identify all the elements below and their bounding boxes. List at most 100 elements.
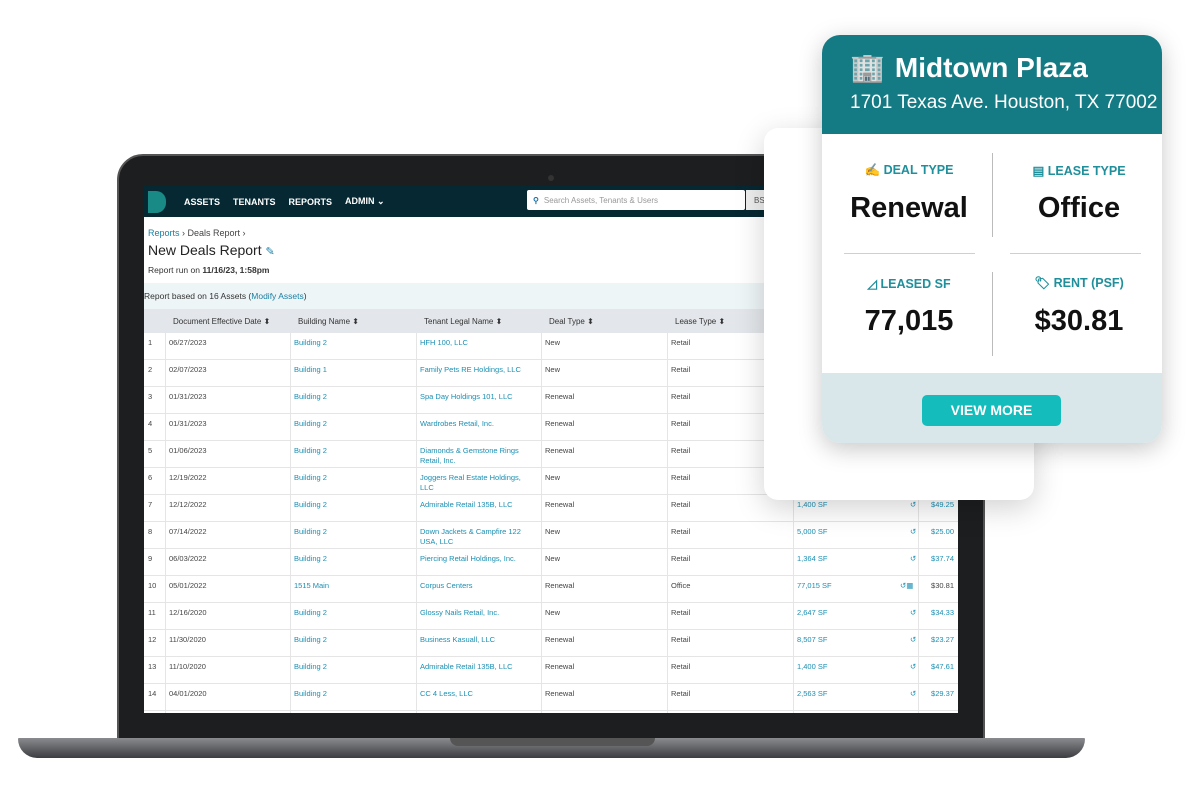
card-footer: VIEW MORE xyxy=(822,373,1162,443)
rent[interactable]: $25.00 xyxy=(924,527,954,537)
tenant-name[interactable]: Piercing Retail Holdings, Inc. xyxy=(416,554,536,564)
page-title: New Deals Report ✎ xyxy=(148,242,275,258)
based-prefix: Report based on 16 Assets ( xyxy=(144,291,252,301)
lease-type: Retail xyxy=(671,527,691,536)
building-name[interactable]: Building 1 xyxy=(290,365,410,375)
tenant-name[interactable]: Joggers Real Estate Holdings, LLC xyxy=(416,473,536,493)
lease-type: Retail xyxy=(671,635,691,644)
leased-sf[interactable]: 5,000 SF xyxy=(793,527,913,537)
leased-sf[interactable]: 1,364 SF xyxy=(793,554,913,564)
modify-assets-link[interactable]: Modify Assets xyxy=(251,291,303,301)
rent[interactable]: $47.61 xyxy=(924,662,954,672)
leased-sf[interactable]: 2,563 SF xyxy=(793,689,913,699)
tenant-name[interactable]: Business Kasuall, LLC xyxy=(416,635,536,645)
history-calculator-icon[interactable]: ↺▦ xyxy=(896,581,913,591)
column-header[interactable]: Lease Type ⬍ xyxy=(671,317,725,327)
tenant-name[interactable]: CC 4 Less, LLC xyxy=(416,689,536,699)
building-name[interactable]: Building 2 xyxy=(290,446,410,456)
lease-type: Retail xyxy=(671,608,691,617)
deal-type-label: DEAL TYPE xyxy=(883,163,954,177)
column-header[interactable]: Building Name ⬍ xyxy=(294,317,359,327)
nav-reports[interactable]: REPORTS xyxy=(289,197,333,207)
rent[interactable]: $29.37 xyxy=(924,689,954,699)
table-row[interactable]: 13 11/10/2020 Building 2 Admirable Retail 1… xyxy=(144,657,958,684)
table-row[interactable]: 8 07/14/2022 Building 2 Down Jackets & Camp… xyxy=(144,522,958,549)
building-name[interactable]: Building 2 xyxy=(290,419,410,429)
view-more-button[interactable]: VIEW MORE xyxy=(922,395,1061,426)
table-row[interactable]: 9 06/03/2022 Building 2 Piercing Retail Hol… xyxy=(144,549,958,576)
history-icon[interactable]: ↺ xyxy=(906,662,916,672)
tenant-name[interactable]: HFH 100, LLC xyxy=(416,338,536,348)
tenant-name[interactable]: Admirable Retail 135B, LLC xyxy=(416,662,536,672)
building-name[interactable]: Building 2 xyxy=(290,338,410,348)
building-name[interactable]: Building 2 xyxy=(290,554,410,564)
column-divider xyxy=(541,333,542,713)
rent-label: RENT (PSF) xyxy=(1053,276,1124,290)
search-input[interactable]: ⚲ Search Assets, Tenants & Users xyxy=(527,190,745,210)
tenant-name[interactable]: Corpus Centers xyxy=(416,581,536,591)
table-row[interactable]: 10 05/01/2022 1515 Main Corpus Centers Renew… xyxy=(144,576,958,603)
run-time: 11/16/23, 1:58pm xyxy=(202,265,270,275)
nav-admin[interactable]: ADMIN ⌄ xyxy=(345,196,385,207)
report-run: Report run on 11/16/23, 1:58pm xyxy=(148,265,269,275)
history-icon[interactable]: ↺ xyxy=(906,500,916,510)
leased-sf[interactable]: 2,647 SF xyxy=(793,608,913,618)
tenant-name[interactable]: Admirable Retail 135B, LLC xyxy=(416,500,536,510)
history-icon[interactable]: ↺ xyxy=(906,527,916,537)
logo[interactable] xyxy=(148,190,166,213)
history-icon[interactable]: ↺ xyxy=(906,689,916,699)
row-index: 1 xyxy=(148,338,153,347)
building-name[interactable]: 1515 Main xyxy=(290,581,410,591)
row-index: 7 xyxy=(148,500,153,509)
leased-sf[interactable]: 1,400 SF xyxy=(793,662,913,672)
building-name[interactable]: Building 2 xyxy=(290,500,410,510)
tenant-name[interactable]: Spa Day Holdings 101, LLC xyxy=(416,392,536,402)
deal-type: Renewal xyxy=(545,581,575,590)
breadcrumb: Reports › Deals Report › xyxy=(148,228,246,238)
nav-tenants[interactable]: TENANTS xyxy=(233,197,276,207)
breadcrumb-deals[interactable]: Deals Report xyxy=(188,228,241,238)
building-name[interactable]: Building 2 xyxy=(290,608,410,618)
tenant-name[interactable]: Diamonds & Gemstone Rings Retail, Inc. xyxy=(416,446,536,466)
tenant-name[interactable]: Family Pets RE Holdings, LLC xyxy=(416,365,536,375)
rent[interactable]: $49.25 xyxy=(924,500,954,510)
building-name[interactable]: Building 2 xyxy=(290,662,410,672)
effective-date: 01/31/2023 xyxy=(169,419,207,428)
deal-type: Renewal xyxy=(545,689,575,698)
table-row[interactable]: 14 04/01/2020 Building 2 CC 4 Less, LLC Rene… xyxy=(144,684,958,711)
title-text: New Deals Report xyxy=(148,242,262,258)
rent[interactable]: $23.27 xyxy=(924,635,954,645)
history-icon[interactable]: ↺ xyxy=(906,635,916,645)
pencil-icon[interactable]: ✎ xyxy=(266,246,275,258)
tenant-name[interactable]: Wardrobes Retail, Inc. xyxy=(416,419,536,429)
building-name[interactable]: Building 2 xyxy=(290,527,410,537)
leased-sf-block: ◿ LEASED SF 77,015 xyxy=(834,276,984,338)
rent[interactable]: $34.33 xyxy=(924,608,954,618)
building-name[interactable]: Building 2 xyxy=(290,635,410,645)
nav-assets[interactable]: ASSETS xyxy=(184,197,220,207)
ruler-icon: ◿ xyxy=(867,277,881,291)
table-row[interactable]: 12 11/30/2020 Building 2 Business Kasuall, … xyxy=(144,630,958,657)
column-divider xyxy=(667,333,668,713)
column-header[interactable]: Tenant Legal Name ⬍ xyxy=(420,317,502,327)
effective-date: 11/30/2020 xyxy=(169,635,206,644)
history-icon[interactable]: ↺ xyxy=(906,608,916,618)
rent[interactable]: $37.74 xyxy=(924,554,954,564)
building-name[interactable]: Building 2 xyxy=(290,473,410,483)
deal-type-block: ✍ DEAL TYPE Renewal xyxy=(834,163,984,225)
row-index: 6 xyxy=(148,473,153,482)
leased-sf[interactable]: 8,507 SF xyxy=(793,635,913,645)
column-header[interactable]: Document Effective Date ⬍ xyxy=(169,317,270,327)
column-header[interactable]: Deal Type ⬍ xyxy=(545,317,594,327)
breadcrumb-reports[interactable]: Reports xyxy=(148,228,180,238)
leased-sf[interactable]: 1,400 SF xyxy=(793,500,913,510)
leased-sf[interactable]: 77,015 SF xyxy=(793,581,913,591)
tenant-name[interactable]: Glossy Nails Retail, Inc. xyxy=(416,608,536,618)
building-name[interactable]: Building 2 xyxy=(290,689,410,699)
effective-date: 06/03/2022 xyxy=(169,554,207,563)
row-index: 2 xyxy=(148,365,153,374)
tenant-name[interactable]: Down Jackets & Campfire 122 USA, LLC xyxy=(416,527,536,547)
table-row[interactable]: 11 12/16/2020 Building 2 Glossy Nails Retai… xyxy=(144,603,958,630)
history-icon[interactable]: ↺ xyxy=(906,554,916,564)
building-name[interactable]: Building 2 xyxy=(290,392,410,402)
